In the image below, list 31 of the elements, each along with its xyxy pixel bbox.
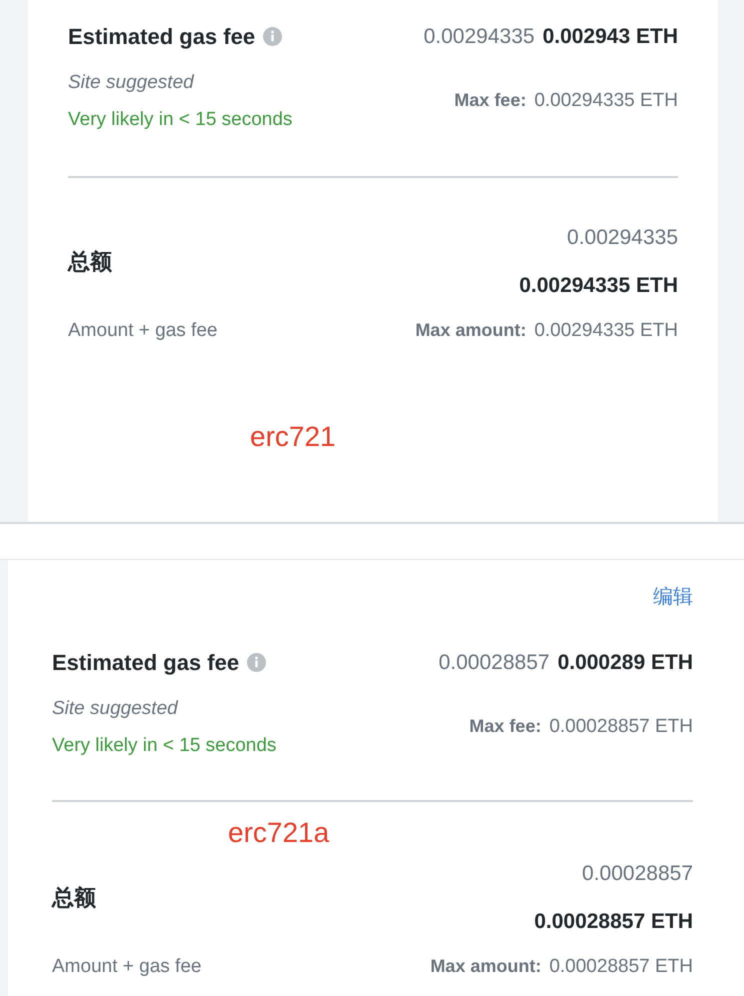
fee-title: Estimated gas fee [52,649,240,677]
source-text: Site suggested [68,71,196,95]
total-title: 总额 [68,248,112,276]
max-label: Max fee: [469,715,542,738]
total-title: 总额 [52,884,96,912]
max-value: 0.00028857 ETH [549,955,693,979]
fee-value: 0.00028857 [438,650,550,676]
max-label: Max fee: [454,89,526,112]
max-label: Max amount: [430,955,542,978]
fee-value: 0.00294335 [424,24,535,50]
annotation-text: erc721 [250,420,336,452]
annotation-text: erc721a [228,817,330,848]
total-value-bold: 0.00294335 ETH [519,272,678,298]
fee-value-bold: 0.000289 ETH [558,650,693,676]
fee-value-bold: 0.002943 ETH [542,24,678,50]
total-subtitle: Amount + gas fee [52,955,202,979]
max-value: 0.00028857 ETH [549,715,693,740]
info-icon[interactable] [263,27,282,46]
total-value: 0.00028857 [582,861,693,887]
fee-title: Estimated gas fee [68,23,256,51]
total-value: 0.00294335 [567,225,678,251]
timing-text: Very likely in < 15 seconds [52,734,276,758]
max-value: 0.00294335 ETH [534,319,678,343]
edit-link[interactable]: 编辑 [653,582,693,612]
max-label: Max amount: [415,319,526,342]
source-text: Site suggested [52,697,180,721]
total-subtitle: Amount + gas fee [68,319,218,343]
max-value: 0.00294335 ETH [534,89,678,114]
timing-text: Very likely in < 15 seconds [68,108,292,132]
total-value-bold: 0.00028857 ETH [534,908,693,934]
info-icon[interactable] [247,653,266,672]
